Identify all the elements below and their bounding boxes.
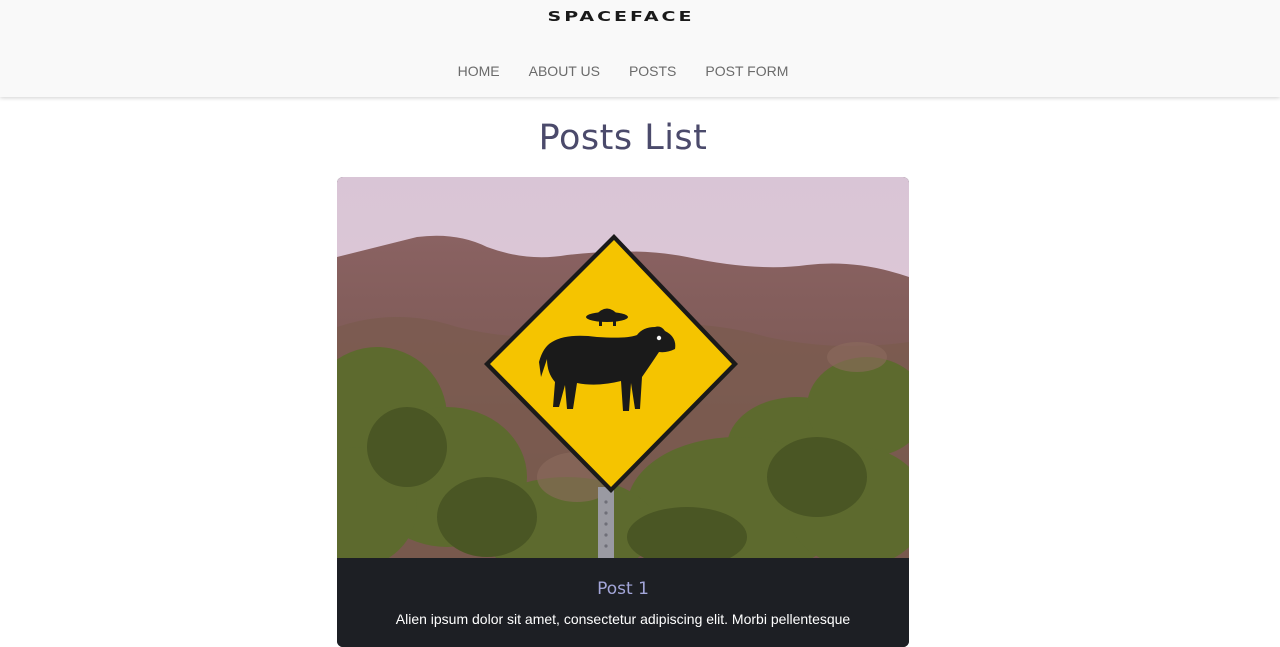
post-card[interactable]: Post 1 Alien ipsum dolor sit amet, conse… xyxy=(337,177,909,647)
site-header: SPACEFACE HOME ABOUT US POSTS POST FORM xyxy=(0,0,1280,97)
post-excerpt: Alien ipsum dolor sit amet, consectetur … xyxy=(395,611,851,627)
nav-item-posts[interactable]: POSTS xyxy=(629,63,676,79)
post-card-body: Post 1 Alien ipsum dolor sit amet, conse… xyxy=(337,558,909,647)
post-image[interactable] xyxy=(337,177,909,558)
page-title: Posts List xyxy=(538,118,708,158)
nav-item-home[interactable]: HOME xyxy=(458,63,500,79)
main-nav: HOME ABOUT US POSTS POST FORM xyxy=(0,63,1246,79)
site-logo[interactable]: SPACEFACE xyxy=(0,9,1242,25)
nav-item-post-form[interactable]: POST FORM xyxy=(705,63,788,79)
post-title[interactable]: Post 1 xyxy=(337,579,909,599)
nav-item-about-us[interactable]: ABOUT US xyxy=(529,63,600,79)
